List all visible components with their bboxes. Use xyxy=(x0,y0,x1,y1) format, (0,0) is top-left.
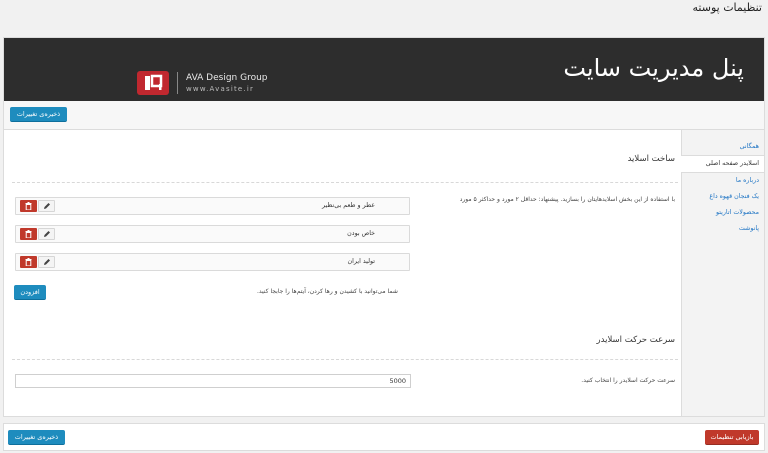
slide-label: خاص بودن xyxy=(347,230,375,237)
brand-url: www.Avasite.ir xyxy=(186,84,255,93)
edit-slide-button[interactable] xyxy=(38,256,55,268)
panel-header: AVA Design Group www.Avasite.ir پنل مدیر… xyxy=(4,38,764,101)
settings-panel: AVA Design Group www.Avasite.ir پنل مدیر… xyxy=(3,37,765,417)
slider-description: با استفاده از این بخش اسلایدهایتان را بس… xyxy=(459,196,675,203)
sidebar-item-general[interactable]: همگانی xyxy=(682,139,764,155)
edit-slide-button[interactable] xyxy=(38,228,55,240)
brand: AVA Design Group www.Avasite.ir xyxy=(137,70,268,96)
slider-speed-input[interactable] xyxy=(15,374,411,388)
trash-icon xyxy=(25,202,32,210)
sidebar-item-footer[interactable]: پانوشت xyxy=(682,221,764,237)
trash-icon xyxy=(25,258,32,266)
slide-item[interactable]: تولید ایران xyxy=(15,253,410,271)
trash-icon xyxy=(25,230,32,238)
ava-logo-icon xyxy=(137,71,169,95)
delete-slide-button[interactable] xyxy=(20,200,37,212)
page-title: تنظیمات پوسته xyxy=(692,1,762,14)
slide-label: عطر و طعم بی‌نظیر xyxy=(322,202,375,209)
section-divider xyxy=(12,359,678,360)
slide-item[interactable]: عطر و طعم بی‌نظیر xyxy=(15,197,410,215)
delete-slide-button[interactable] xyxy=(20,256,37,268)
speed-description: سرعت حرکت اسلایدر را انتخاب کنید. xyxy=(581,377,675,384)
brand-divider xyxy=(177,72,178,94)
settings-sidebar: همگانی اسلایدر صفحه اصلی درباره ما یک فن… xyxy=(681,130,764,416)
pencil-icon xyxy=(43,259,50,265)
pencil-icon xyxy=(43,203,50,209)
save-changes-button-top[interactable]: ذخیره‌ی تغییرات xyxy=(10,107,67,122)
sidebar-item-about[interactable]: درباره ما xyxy=(682,173,764,189)
sidebar-item-home-slider[interactable]: اسلایدر صفحه اصلی xyxy=(681,155,764,173)
brand-name: AVA Design Group xyxy=(186,72,268,83)
sidebar-item-coffee[interactable]: یک فنجان قهوه داغ xyxy=(682,189,764,205)
bottom-toolbar: ذخیره‌ی تغییرات بازیابی تنظیمات xyxy=(3,423,765,451)
pencil-icon xyxy=(43,231,50,237)
save-changes-button-bottom[interactable]: ذخیره‌ی تغییرات xyxy=(8,430,65,445)
drag-hint: شما می‌توانید با کشیدن و رها کردن، آیتم‌… xyxy=(257,288,398,295)
slide-label: تولید ایران xyxy=(347,258,375,265)
reset-settings-button[interactable]: بازیابی تنظیمات xyxy=(705,430,759,445)
sidebar-item-products[interactable]: محصولات اتاریتو xyxy=(682,205,764,221)
top-toolbar: ذخیره‌ی تغییرات xyxy=(4,101,764,130)
header-title: پنل مدیریت سایت xyxy=(563,54,744,82)
speed-section-title: سرعت حرکت اسلایدر xyxy=(596,335,675,345)
slider-section-title: ساخت اسلاید xyxy=(627,154,675,164)
section-divider xyxy=(12,182,678,183)
slide-item[interactable]: خاص بودن xyxy=(15,225,410,243)
edit-slide-button[interactable] xyxy=(38,200,55,212)
add-slide-button[interactable]: افزودن xyxy=(14,285,46,300)
brand-text: AVA Design Group www.Avasite.ir xyxy=(186,73,268,94)
delete-slide-button[interactable] xyxy=(20,228,37,240)
